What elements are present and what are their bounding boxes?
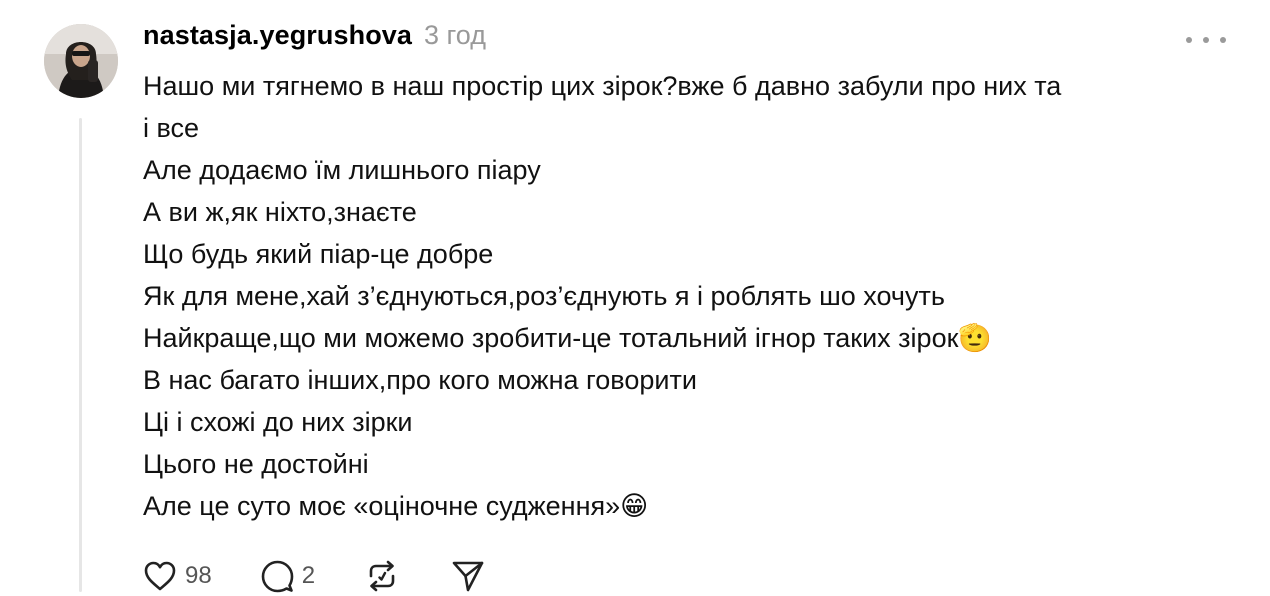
post-text-line: Але це суто моє «оціночне судження»😁	[143, 491, 649, 521]
post-text-line: Але додаємо їм лишнього піару	[143, 155, 541, 185]
repost-icon	[369, 560, 395, 592]
post-timestamp: 3 год	[424, 20, 486, 50]
post-text-line: Ці і схожі до них зірки	[143, 407, 413, 437]
username-link[interactable]: nastasja.yegrushova	[143, 20, 412, 51]
dot	[1186, 37, 1192, 43]
reply-button[interactable]: 2	[260, 559, 315, 593]
post-text: Нашо ми тягнемо в наш простір цих зірок?…	[143, 65, 1233, 527]
dot	[1203, 37, 1209, 43]
avatar[interactable]	[44, 24, 118, 98]
share-icon	[452, 561, 484, 592]
like-count: 98	[185, 562, 212, 589]
action-bar: 98 2	[143, 556, 513, 596]
post-text-line: і все	[143, 113, 200, 143]
dot	[1220, 37, 1226, 43]
post-text-line: Як для мене,хай з’єднуються,роз’єднують …	[143, 281, 945, 311]
post-text-line: В нас багато інших,про кого можна говори…	[143, 365, 697, 395]
heart-icon	[144, 561, 176, 591]
post-text-line: Що будь який піар-це добре	[143, 239, 494, 269]
more-dots-icon[interactable]	[1186, 26, 1226, 54]
post-text-line: Нашо ми тягнемо в наш простір цих зірок?…	[143, 71, 1062, 101]
thread-line	[79, 118, 82, 592]
comment-icon	[261, 560, 294, 593]
post-header: nastasja.yegrushova 3 год	[143, 20, 486, 60]
post-text-line: А ви ж,як ніхто,знаєте	[143, 197, 417, 227]
avatar-photo	[44, 24, 118, 98]
repost-button[interactable]	[365, 559, 399, 593]
reply-count: 2	[301, 562, 316, 589]
share-button[interactable]	[451, 559, 485, 593]
like-button[interactable]: 98	[143, 560, 212, 592]
post-text-line: Найкраще,що ми можемо зробити-це тотальн…	[143, 323, 993, 353]
post-text-line: Цього не достойні	[143, 449, 369, 479]
